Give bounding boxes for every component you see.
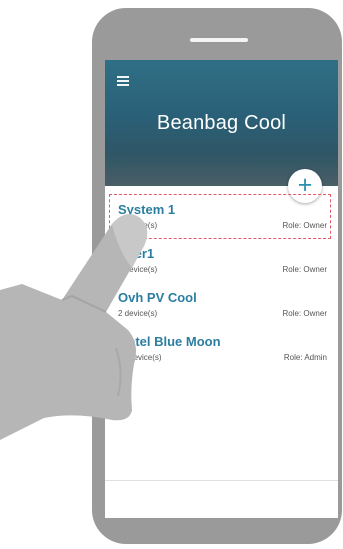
crosshair-cursor-icon — [118, 404, 132, 418]
list-item-system-1[interactable]: System 1 2 device(s) Role: Owner — [105, 196, 338, 240]
device-count: 2 device(s) — [118, 309, 158, 318]
system-name: Hotel Blue Moon — [118, 334, 221, 349]
list-item-hotel-blue-moon[interactable]: Hotel Blue Moon 20 device(s) Role: Admin — [105, 328, 338, 372]
divider — [105, 480, 338, 481]
list-item-ovh-pv-cool[interactable]: Ovh PV Cool 2 device(s) Role: Owner — [105, 284, 338, 328]
hamburger-menu-icon[interactable] — [117, 76, 129, 86]
list-item-user1[interactable]: User1 2 device(s) Role: Owner — [105, 240, 338, 284]
app-header: Beanbag Cool — [105, 60, 338, 186]
device-count: 20 device(s) — [118, 353, 162, 362]
system-name: System 1 — [118, 202, 176, 217]
app-screen: Beanbag Cool + System 1 2 device(s) Role… — [105, 60, 338, 518]
role-label: Role: Owner — [282, 221, 327, 230]
device-count: 2 device(s) — [118, 221, 158, 230]
role-label: Role: Admin — [283, 353, 327, 362]
phone-speaker — [190, 38, 248, 42]
page-title: Beanbag Cool — [156, 112, 287, 134]
role-label: Role: Owner — [282, 265, 327, 274]
role-label: Role: Owner — [282, 309, 327, 318]
device-count: 2 device(s) — [118, 265, 158, 274]
system-name: Ovh PV Cool — [118, 290, 197, 305]
system-name: User1 — [118, 246, 155, 261]
system-list: System 1 2 device(s) Role: Owner User1 2… — [105, 196, 338, 372]
